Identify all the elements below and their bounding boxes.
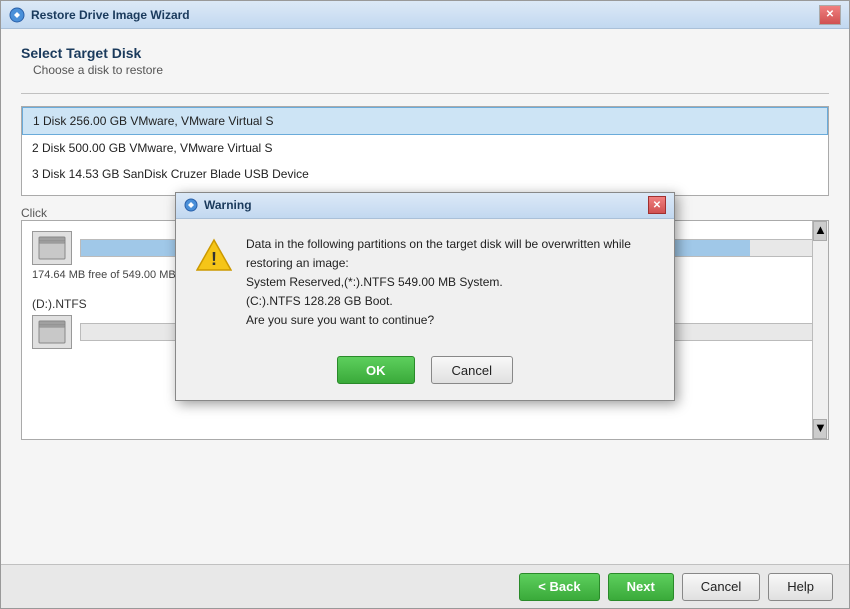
next-button[interactable]: Next (608, 573, 674, 601)
app-icon (9, 7, 25, 23)
dialog-cancel-button[interactable]: Cancel (431, 356, 513, 384)
window-controls: ✕ (819, 5, 841, 25)
dialog-buttons: OK Cancel (176, 346, 674, 400)
dialog-ok-button[interactable]: OK (337, 356, 415, 384)
cancel-button[interactable]: Cancel (682, 573, 760, 601)
dialog-content: ! Data in the following partitions on th… (176, 219, 674, 347)
svg-text:!: ! (211, 249, 217, 269)
help-button[interactable]: Help (768, 573, 833, 601)
dialog-close-button[interactable]: ✕ (648, 196, 666, 214)
dialog-overlay: Warning ✕ ! Data in the following parti (1, 29, 849, 564)
back-button[interactable]: < Back (519, 573, 599, 601)
dialog-title-text: Warning (204, 198, 648, 212)
dialog-message: Data in the following partitions on the … (246, 235, 631, 331)
warning-icon: ! (196, 237, 232, 273)
dialog-title-bar: Warning ✕ (176, 193, 674, 219)
window-title: Restore Drive Image Wizard (31, 8, 819, 22)
title-bar: Restore Drive Image Wizard ✕ (1, 1, 849, 29)
main-window: Restore Drive Image Wizard ✕ Select Targ… (0, 0, 850, 609)
warning-dialog: Warning ✕ ! Data in the following parti (175, 192, 675, 402)
main-content: Select Target Disk Choose a disk to rest… (1, 29, 849, 564)
bottom-bar: < Back Next Cancel Help (1, 564, 849, 608)
close-button[interactable]: ✕ (819, 5, 841, 25)
dialog-icon (184, 198, 198, 212)
